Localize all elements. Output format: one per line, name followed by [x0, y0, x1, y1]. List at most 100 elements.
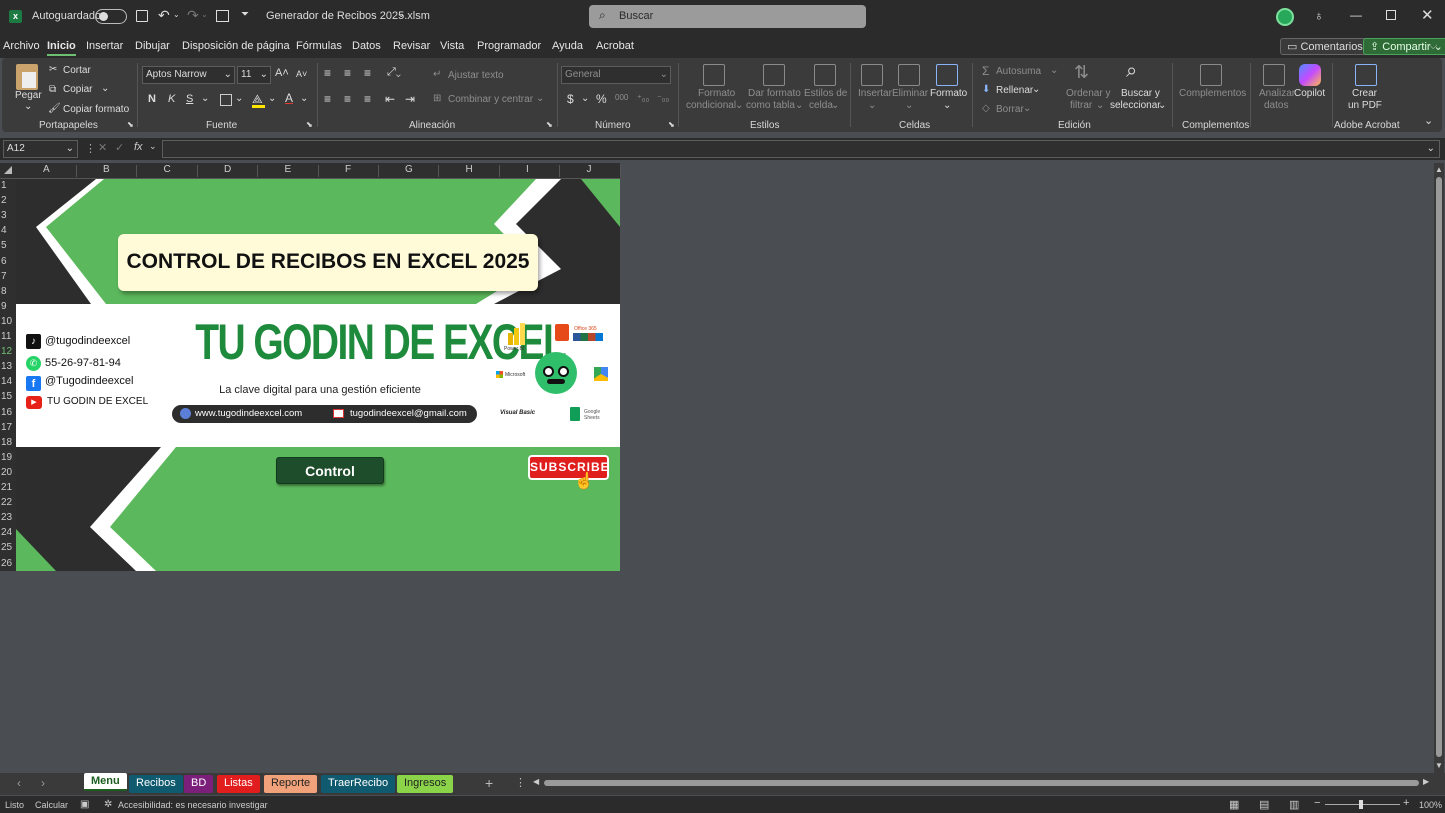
- minimize-icon[interactable]: —: [1350, 8, 1362, 22]
- insert-cells-button[interactable]: Insertar: [858, 88, 892, 99]
- align-middle-icon[interactable]: ≡: [344, 66, 351, 80]
- cut-button[interactable]: Cortar: [63, 65, 91, 76]
- row-header-16[interactable]: 16: [1, 407, 15, 418]
- analyze-data-label-1[interactable]: Analizar: [1259, 88, 1295, 99]
- delete-cells-button[interactable]: Eliminar: [892, 88, 928, 99]
- column-header-g[interactable]: G: [405, 164, 413, 175]
- paste-dropdown-icon[interactable]: ⌄: [24, 101, 32, 112]
- font-launcher-icon[interactable]: ⬊: [306, 120, 313, 129]
- italic-icon[interactable]: K: [168, 93, 175, 105]
- fill-button[interactable]: Rellenar: [996, 85, 1033, 96]
- conditional-format-label-2[interactable]: condicional: [686, 100, 736, 111]
- format-table-label-1[interactable]: Dar formato: [748, 88, 801, 99]
- zoom-out-icon[interactable]: −: [1314, 797, 1320, 809]
- row-header-10[interactable]: 10: [1, 316, 15, 327]
- percent-icon[interactable]: %: [596, 92, 607, 106]
- row-header-5[interactable]: 5: [1, 240, 15, 251]
- insert-cells-dropdown-icon[interactable]: ⌄: [868, 100, 876, 111]
- select-all-icon[interactable]: [4, 166, 12, 174]
- cancel-entry-icon[interactable]: ✕: [98, 141, 107, 154]
- zoom-level[interactable]: 100%: [1419, 800, 1442, 810]
- underline-icon[interactable]: S: [186, 93, 193, 105]
- align-bottom-icon[interactable]: ≡: [364, 66, 371, 80]
- undo-icon[interactable]: ↶: [158, 7, 170, 24]
- create-pdf-label-2[interactable]: un PDF: [1348, 100, 1382, 111]
- row-header-13[interactable]: 13: [1, 361, 15, 372]
- row-header-7[interactable]: 7: [1, 271, 15, 282]
- lightbulb-icon[interactable]: ♁: [1314, 8, 1324, 23]
- control-button[interactable]: Control: [276, 457, 384, 484]
- paste-icon[interactable]: [16, 64, 38, 90]
- next-sheet-icon[interactable]: ›: [41, 776, 45, 790]
- clear-button[interactable]: Borrar: [996, 104, 1024, 115]
- tab-ayuda[interactable]: Ayuda: [552, 40, 583, 52]
- fill-dropdown-icon[interactable]: ⌄: [1032, 84, 1040, 95]
- column-header-h[interactable]: H: [466, 164, 473, 175]
- undo-dropdown-icon[interactable]: ⌄: [173, 10, 180, 19]
- scroll-up-icon[interactable]: ▲: [1435, 165, 1443, 174]
- email-link[interactable]: tugodindeexcel@gmail.com: [350, 408, 467, 419]
- cell-styles-label-2[interactable]: celda: [809, 100, 833, 111]
- vertical-scrollbar[interactable]: ▲ ▼: [1434, 163, 1444, 773]
- increase-indent-icon[interactable]: ⇥: [405, 92, 415, 106]
- scroll-down-icon[interactable]: ▼: [1435, 761, 1443, 770]
- customize-toolbar-icon[interactable]: ⏷: [241, 9, 249, 20]
- horizontal-scrollbar[interactable]: ◀ ▶: [533, 777, 1431, 788]
- horizontal-scroll-thumb[interactable]: [544, 780, 1419, 786]
- comma-style-icon[interactable]: 000: [615, 93, 628, 102]
- format-table-label-2[interactable]: como tabla: [746, 100, 795, 111]
- normal-view-icon[interactable]: ▦: [1229, 798, 1239, 811]
- row-header-3[interactable]: 3: [1, 210, 15, 221]
- column-header-f[interactable]: F: [345, 164, 351, 175]
- underline-dropdown-icon[interactable]: ⌄: [201, 93, 209, 104]
- close-icon[interactable]: ✕: [1421, 6, 1434, 24]
- function-dropdown-icon[interactable]: ⌄: [149, 141, 157, 152]
- row-header-6[interactable]: 6: [1, 256, 15, 267]
- borders-dropdown-icon[interactable]: ⌄: [235, 93, 243, 104]
- sort-filter-label-1[interactable]: Ordenar y: [1066, 88, 1110, 99]
- restore-icon[interactable]: [1386, 10, 1396, 20]
- row-header-15[interactable]: 15: [1, 391, 15, 402]
- formula-bar-options-icon[interactable]: ⋮: [85, 142, 96, 155]
- row-header-14[interactable]: 14: [1, 376, 15, 387]
- wrap-text-button[interactable]: Ajustar texto: [448, 70, 504, 81]
- cell-styles-label-1[interactable]: Estilos de: [804, 88, 847, 99]
- redo-icon[interactable]: ↷: [187, 7, 199, 24]
- decrease-decimal-icon[interactable]: ⁻₀₀: [657, 93, 669, 104]
- currency-dropdown-icon[interactable]: ⌄: [581, 93, 589, 104]
- format-painter-button[interactable]: Copiar formato: [63, 104, 129, 115]
- prev-sheet-icon[interactable]: ‹: [17, 776, 21, 790]
- align-center-icon[interactable]: ≡: [344, 92, 351, 106]
- form-icon[interactable]: [216, 10, 229, 22]
- tab-programador[interactable]: Programador: [477, 40, 541, 52]
- copy-dropdown-icon[interactable]: ⌄: [101, 83, 109, 94]
- column-header-c[interactable]: C: [164, 164, 171, 175]
- row-header-22[interactable]: 22: [1, 497, 15, 508]
- merge-center-button[interactable]: Combinar y centrar: [448, 94, 533, 105]
- scroll-right-icon[interactable]: ▶: [1423, 777, 1429, 786]
- conditional-format-dropdown-icon[interactable]: ⌄: [735, 100, 743, 111]
- align-right-icon[interactable]: ≡: [364, 92, 371, 106]
- confirm-entry-icon[interactable]: ✓: [115, 141, 124, 154]
- row-header-8[interactable]: 8: [1, 286, 15, 297]
- bold-icon[interactable]: N: [148, 93, 156, 105]
- currency-icon[interactable]: $: [567, 92, 574, 106]
- clipboard-launcher-icon[interactable]: ⬊: [127, 120, 134, 129]
- find-select-label-2[interactable]: seleccionar: [1110, 100, 1161, 111]
- alignment-launcher-icon[interactable]: ⬊: [546, 120, 553, 129]
- decrease-indent-icon[interactable]: ⇤: [385, 92, 395, 106]
- comments-button[interactable]: ▭ Comentarios: [1280, 38, 1370, 55]
- row-header-9[interactable]: 9: [1, 301, 15, 312]
- addins-button[interactable]: Complementos: [1179, 88, 1246, 99]
- sheet-tab-traerrecibo[interactable]: TraerRecibo: [321, 775, 396, 793]
- sheet-tab-reporte[interactable]: Reporte: [264, 775, 318, 793]
- sheet-tab-recibos[interactable]: Recibos: [129, 775, 183, 793]
- row-header-17[interactable]: 17: [1, 422, 15, 433]
- tab-formulas[interactable]: Fórmulas: [296, 40, 342, 52]
- name-box[interactable]: A12 ⌄: [3, 140, 78, 158]
- column-header-i[interactable]: I: [526, 164, 529, 175]
- row-header-20[interactable]: 20: [1, 467, 15, 478]
- zoom-in-icon[interactable]: +: [1403, 797, 1409, 809]
- calculate-button[interactable]: Calcular: [35, 800, 68, 810]
- formula-input[interactable]: ⌄: [162, 140, 1440, 158]
